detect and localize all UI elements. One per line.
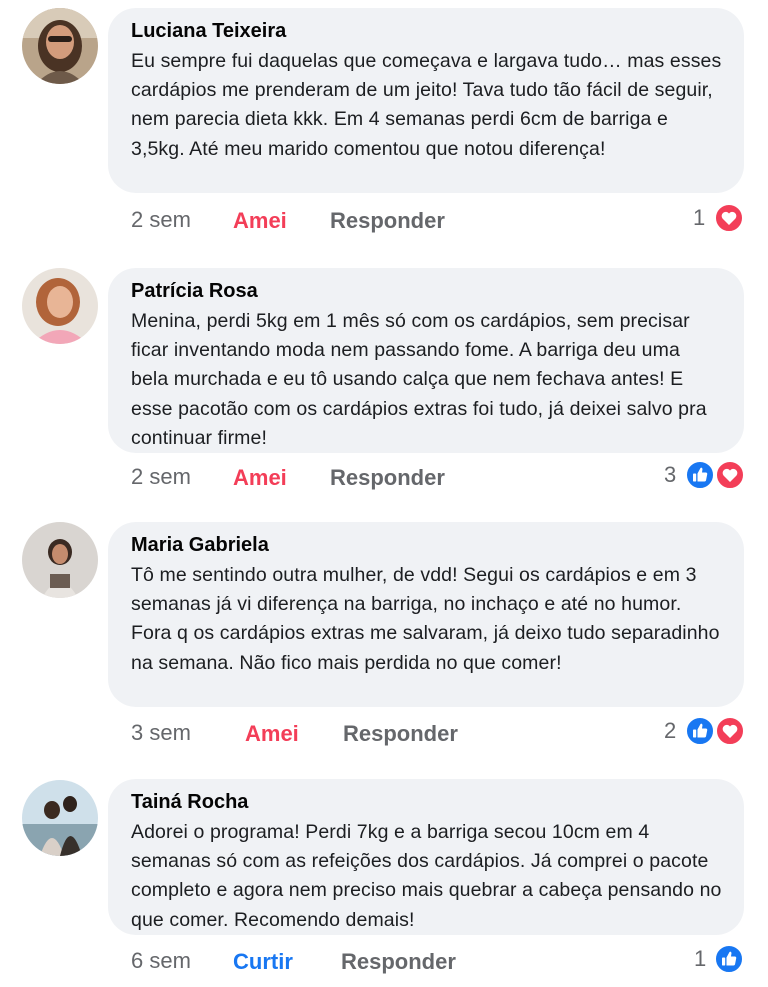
timestamp[interactable]: 2 sem xyxy=(131,207,191,233)
comment-text: Eu sempre fui daquelas que começava e la… xyxy=(131,50,722,160)
comment-text: Adorei o programa! Perdi 7kg e a barriga… xyxy=(131,821,722,931)
love-reaction-button[interactable]: Amei xyxy=(233,208,287,234)
like-icon xyxy=(714,944,744,974)
reply-button[interactable]: Responder xyxy=(330,208,445,234)
author-name[interactable]: Patrícia Rosa xyxy=(131,278,722,304)
avatar[interactable] xyxy=(22,780,98,856)
reply-button[interactable]: Responder xyxy=(343,721,458,747)
author-name[interactable]: Luciana Teixeira xyxy=(131,18,722,44)
heart-icon xyxy=(715,460,745,490)
like-icon xyxy=(685,460,715,490)
reaction-count[interactable]: 1 xyxy=(693,205,705,231)
comment-bubble: Luciana Teixeira Eu sempre fui daquelas … xyxy=(108,8,744,193)
like-reaction-button[interactable]: Curtir xyxy=(233,949,293,975)
avatar[interactable] xyxy=(22,268,98,344)
comment-text: Menina, perdi 5kg em 1 mês só com os car… xyxy=(131,310,707,449)
heart-icon xyxy=(715,716,745,746)
author-name[interactable]: Maria Gabriela xyxy=(131,532,722,558)
reply-button[interactable]: Responder xyxy=(341,949,456,975)
avatar[interactable] xyxy=(22,522,98,598)
heart-icon xyxy=(714,203,744,233)
comment-bubble: Tainá Rocha Adorei o programa! Perdi 7kg… xyxy=(108,779,744,935)
timestamp[interactable]: 6 sem xyxy=(131,948,191,974)
reaction-count[interactable]: 2 xyxy=(664,718,676,744)
author-name[interactable]: Tainá Rocha xyxy=(131,789,722,815)
timestamp[interactable]: 2 sem xyxy=(131,464,191,490)
comment-bubble: Maria Gabriela Tô me sentindo outra mulh… xyxy=(108,522,744,707)
comment-actions: 2 sem Amei Responder 1 xyxy=(0,203,768,239)
comment-text: Tô me sentindo outra mulher, de vdd! Seg… xyxy=(131,564,720,674)
comment-actions: 2 sem Amei Responder 3 xyxy=(0,460,768,496)
reaction-count[interactable]: 3 xyxy=(664,462,676,488)
avatar[interactable] xyxy=(22,8,98,84)
comment-bubble: Patrícia Rosa Menina, perdi 5kg em 1 mês… xyxy=(108,268,744,453)
comment-actions: 3 sem Amei Responder 2 xyxy=(0,716,768,752)
comment-actions: 6 sem Curtir Responder 1 xyxy=(0,944,768,980)
like-icon xyxy=(685,716,715,746)
reply-button[interactable]: Responder xyxy=(330,465,445,491)
love-reaction-button[interactable]: Amei xyxy=(233,465,287,491)
timestamp[interactable]: 3 sem xyxy=(131,720,191,746)
reaction-count[interactable]: 1 xyxy=(694,946,706,972)
love-reaction-button[interactable]: Amei xyxy=(245,721,299,747)
